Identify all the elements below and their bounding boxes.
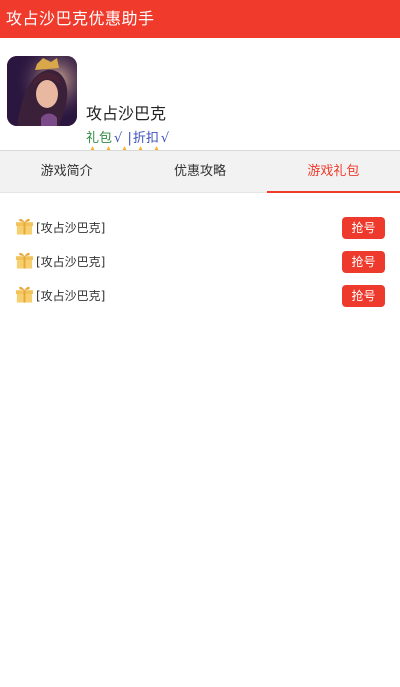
gift-tag-label: 礼包 (86, 131, 113, 146)
gift-title: [攻占沙巴克] (36, 221, 106, 235)
gift-box-icon (15, 286, 34, 303)
grab-code-button[interactable]: 抢号 (342, 217, 385, 239)
game-name: 攻占沙巴克 (86, 104, 167, 123)
tab-1[interactable]: 优惠攻略 (133, 151, 266, 192)
gift-row: [攻占沙巴克] 抢号 (0, 278, 400, 312)
discount-tag-label: 折扣 (132, 131, 159, 146)
gift-box-icon (15, 252, 34, 269)
tab-0[interactable]: 游戏简介 (0, 151, 133, 192)
tab-bar: 游戏简介 优惠攻略 游戏礼包 (0, 150, 400, 193)
gift-row: [攻占沙巴克] 抢号 (0, 244, 400, 278)
app-title-bar: 攻占沙巴克优惠助手 (0, 0, 400, 38)
gift-row: [攻占沙巴克] 抢号 (0, 210, 400, 244)
grab-code-button[interactable]: 抢号 (342, 251, 385, 273)
app-title: 攻占沙巴克优惠助手 (6, 9, 155, 28)
gift-title: [攻占沙巴克] (36, 289, 106, 303)
discount-check-mark: √ (160, 131, 170, 146)
grab-code-button[interactable]: 抢号 (342, 285, 385, 307)
tab-2[interactable]: 游戏礼包 (266, 151, 400, 193)
gift-box-icon (15, 218, 34, 235)
game-icon[interactable] (7, 56, 77, 126)
gift-check-mark: √ (114, 131, 123, 146)
gift-list: [攻占沙巴克] 抢号 [攻占沙巴克] 抢号 [攻占沙巴克] 抢号 (0, 210, 400, 312)
game-tags: 礼包 √ |折扣 √ (86, 127, 169, 146)
gift-title: [攻占沙巴克] (36, 255, 106, 269)
tag-separator: | (127, 131, 132, 146)
game-header: 攻占沙巴克 礼包 √ |折扣 √ (0, 38, 400, 159)
game-artwork-icon (7, 56, 77, 126)
